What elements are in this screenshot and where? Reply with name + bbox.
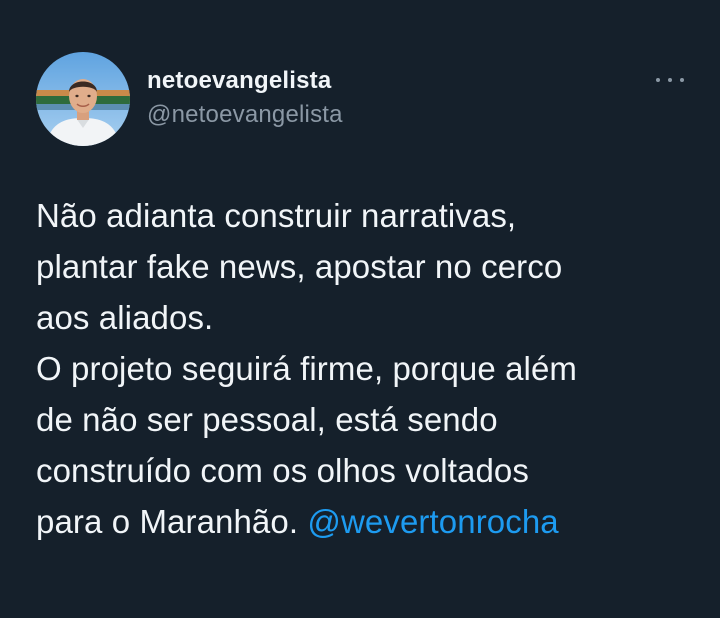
tweet-text-line: aos aliados. — [36, 299, 214, 336]
tweet-card: netoevangelista @netoevangelista Não adi… — [0, 0, 720, 618]
tweet-text-line: O projeto seguirá firme, porque além — [36, 350, 578, 387]
more-dot — [656, 78, 660, 82]
user-handle[interactable]: @netoevangelista — [147, 100, 343, 130]
display-name[interactable]: netoevangelista — [147, 66, 343, 96]
tweet-text-last-line: para o Maranhão. @wevertonrocha — [36, 496, 696, 547]
tweet-text-line: construído com os olhos voltados — [36, 452, 529, 489]
tweet-text-line: plantar fake news, apostar no cerco — [36, 248, 563, 285]
avatar[interactable] — [36, 52, 130, 146]
tweet-text-line: de não ser pessoal, está sendo — [36, 401, 498, 438]
more-dot — [668, 78, 672, 82]
mention-link[interactable]: @wevertonrocha — [307, 503, 558, 540]
author-names: netoevangelista @netoevangelista — [147, 66, 343, 130]
tweet-text: Não adianta construir narrativas, planta… — [36, 190, 696, 547]
profile-photo-icon — [36, 52, 130, 146]
tweet-text-line: Não adianta construir narrativas, — [36, 197, 517, 234]
more-dot — [680, 78, 684, 82]
more-options-icon[interactable] — [656, 70, 684, 90]
tweet-text-line: para o Maranhão. — [36, 503, 299, 540]
